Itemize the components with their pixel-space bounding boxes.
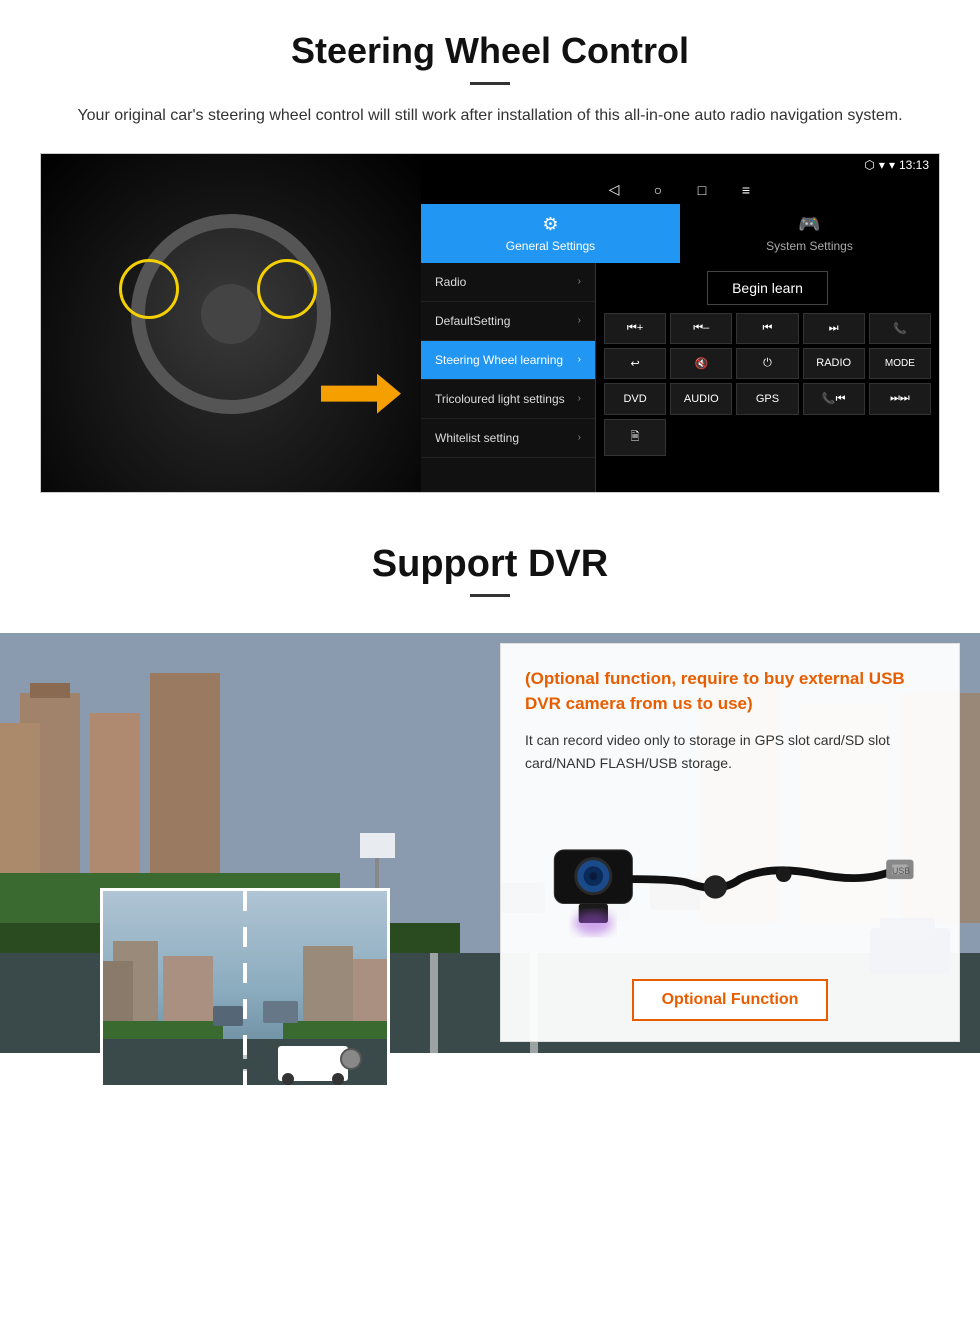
ctrl-next-combo[interactable]: ⏭⏭ bbox=[869, 383, 931, 415]
wifi-icon: ▾ bbox=[879, 158, 885, 172]
ctrl-phone-prev[interactable]: 📞⏮ bbox=[803, 383, 865, 415]
begin-learn-button[interactable]: Begin learn bbox=[707, 271, 828, 305]
android-statusbar: ⬡ ▾ ▾ 13:13 bbox=[421, 154, 939, 176]
steering-subtitle: Your original car's steering wheel contr… bbox=[60, 103, 920, 129]
ctrl-mode[interactable]: MODE bbox=[869, 348, 931, 379]
ctrl-mute[interactable]: 🔇 bbox=[670, 348, 732, 379]
controls-grid-row1: ⏮+ ⏮– ⏮ ⏭ 📞 bbox=[604, 313, 931, 344]
menu-panel: Radio › DefaultSetting › Steering Wheel … bbox=[421, 263, 939, 492]
car-background bbox=[41, 154, 421, 493]
thumbnail-svg bbox=[103, 891, 390, 1088]
dvr-section: Support DVR bbox=[0, 513, 980, 1288]
ctrl-gps[interactable]: GPS bbox=[736, 383, 798, 415]
menu-item-whitelist[interactable]: Whitelist setting › bbox=[421, 419, 595, 458]
ctrl-prev-track[interactable]: ⏮ bbox=[736, 313, 798, 344]
menu-item-default[interactable]: DefaultSetting › bbox=[421, 302, 595, 341]
system-settings-icon: 🎮 bbox=[798, 214, 820, 235]
highlight-circle-right bbox=[257, 259, 317, 319]
gps-icon: ⬡ bbox=[864, 158, 874, 172]
controls-grid-row2: ↩ 🔇 ⏻ RADIO MODE bbox=[604, 348, 931, 379]
arrow-indicator bbox=[321, 374, 401, 414]
svg-text:USB: USB bbox=[892, 866, 910, 876]
time-display: 13:13 bbox=[899, 158, 929, 172]
ctrl-power[interactable]: ⏻ bbox=[736, 348, 798, 379]
status-icons: ⬡ ▾ ▾ 13:13 bbox=[864, 158, 929, 172]
signal-icon: ▾ bbox=[889, 158, 895, 172]
chevron-icon: › bbox=[578, 276, 581, 287]
ctrl-phone[interactable]: 📞 bbox=[869, 313, 931, 344]
android-ui-panel: ⬡ ▾ ▾ 13:13 ◁ ○ □ ≡ ⚙ General Settings bbox=[421, 154, 939, 492]
android-nav-bar: ◁ ○ □ ≡ bbox=[421, 176, 939, 204]
recents-nav-icon[interactable]: □ bbox=[692, 180, 712, 200]
ctrl-back[interactable]: ↩ bbox=[604, 348, 666, 379]
chevron-icon: › bbox=[578, 432, 581, 443]
home-nav-icon[interactable]: ○ bbox=[648, 180, 668, 200]
dvr-optional-title: (Optional function, require to buy exter… bbox=[525, 666, 935, 717]
thumb-road-scene bbox=[103, 891, 387, 1085]
begin-learn-row: Begin learn bbox=[604, 271, 931, 305]
tab-general-label: General Settings bbox=[506, 239, 595, 253]
menu-nav-icon[interactable]: ≡ bbox=[736, 180, 756, 200]
menu-item-radio[interactable]: Radio › bbox=[421, 263, 595, 302]
dvr-camera-illustration: USB bbox=[525, 789, 935, 979]
optional-function-button[interactable]: Optional Function bbox=[632, 979, 829, 1021]
settings-tabs: ⚙ General Settings 🎮 System Settings bbox=[421, 204, 939, 263]
dvr-thumbnail-image bbox=[100, 888, 390, 1088]
ctrl-vol-down[interactable]: ⏮– bbox=[670, 313, 732, 344]
ctrl-extra[interactable]: 🗎 bbox=[604, 419, 666, 456]
tab-general-settings[interactable]: ⚙ General Settings bbox=[421, 204, 680, 263]
steering-title: Steering Wheel Control bbox=[40, 30, 940, 72]
steering-content-area: ⬡ ▾ ▾ 13:13 ◁ ○ □ ≡ ⚙ General Settings bbox=[40, 153, 940, 493]
ctrl-radio[interactable]: RADIO bbox=[803, 348, 865, 379]
controls-panel: Begin learn ⏮+ ⏮– ⏮ ⏭ 📞 ↩ 🔇 ⏻ bbox=[596, 263, 939, 492]
highlight-circle-left bbox=[119, 259, 179, 319]
dvr-description: It can record video only to storage in G… bbox=[525, 729, 935, 775]
steering-section: Steering Wheel Control Your original car… bbox=[0, 0, 980, 513]
menu-item-steering-wheel[interactable]: Steering Wheel learning › bbox=[421, 341, 595, 380]
dvr-title-divider bbox=[470, 594, 510, 597]
controls-grid-row3: DVD AUDIO GPS 📞⏮ ⏭⏭ bbox=[604, 383, 931, 415]
tab-system-label: System Settings bbox=[766, 239, 853, 253]
car-image bbox=[41, 154, 421, 493]
back-nav-icon[interactable]: ◁ bbox=[604, 180, 624, 200]
menu-item-tricoloured[interactable]: Tricoloured light settings › bbox=[421, 380, 595, 419]
dvr-title-area: Support DVR bbox=[0, 513, 980, 633]
camera-svg: USB bbox=[525, 794, 935, 974]
chevron-icon: › bbox=[578, 354, 581, 365]
title-divider bbox=[470, 82, 510, 85]
dvr-info-card: (Optional function, require to buy exter… bbox=[500, 643, 960, 1042]
ctrl-dvd[interactable]: DVD bbox=[604, 383, 666, 415]
ctrl-next-track[interactable]: ⏭ bbox=[803, 313, 865, 344]
dvr-title: Support DVR bbox=[0, 543, 980, 586]
menu-list: Radio › DefaultSetting › Steering Wheel … bbox=[421, 263, 596, 492]
chevron-icon: › bbox=[578, 393, 581, 404]
tab-system-settings[interactable]: 🎮 System Settings bbox=[680, 204, 939, 263]
ctrl-vol-up[interactable]: ⏮+ bbox=[604, 313, 666, 344]
ctrl-audio[interactable]: AUDIO bbox=[670, 383, 732, 415]
gear-settings-icon: ⚙ bbox=[542, 214, 558, 235]
controls-grid-row4: 🗎 bbox=[604, 419, 931, 456]
chevron-icon: › bbox=[578, 315, 581, 326]
